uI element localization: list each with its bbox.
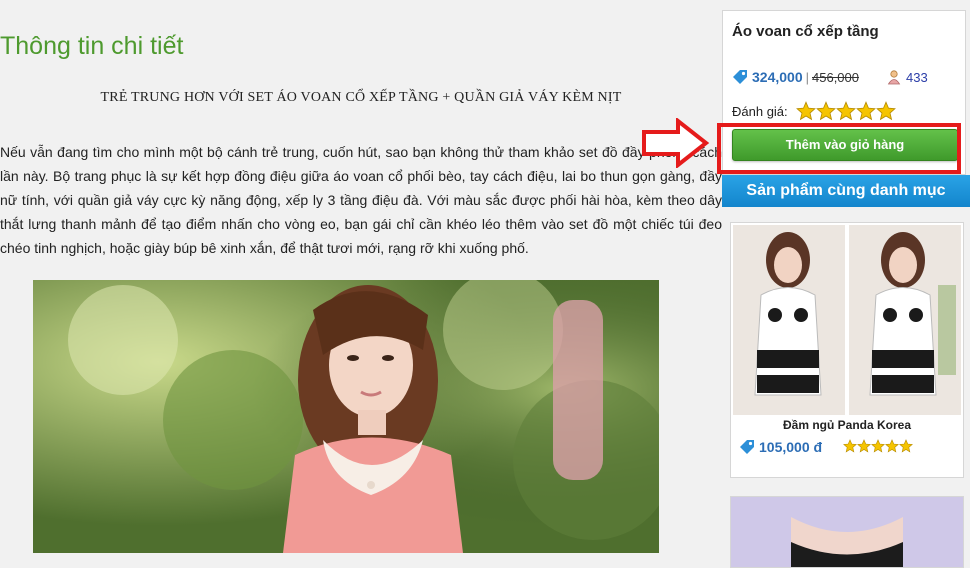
related-price-row: 105,000 đ [739, 439, 822, 455]
star-icon [871, 439, 885, 453]
price-tag-icon [740, 440, 754, 454]
rating-label: Đánh giá: [732, 103, 788, 119]
right-arrow-icon [642, 118, 710, 168]
price-tag-icon [733, 70, 747, 84]
star-icon [843, 439, 857, 453]
product-price: 324,000 [752, 69, 803, 85]
views-counter: 433 [886, 67, 928, 87]
rating-stars[interactable] [795, 101, 896, 121]
star-icon [835, 101, 856, 121]
star-icon [855, 101, 876, 121]
product-subtitle: TRẺ TRUNG HƠN VỚI SET ÁO VOAN CỔ XẾP TẦN… [100, 90, 622, 105]
related-product-image-2[interactable] [731, 497, 963, 567]
rating-row: Đánh giá: [732, 101, 896, 121]
product-photo [33, 280, 659, 553]
cart-highlight-box [717, 123, 961, 174]
star-icon [899, 439, 913, 453]
product-detail-main: Thông tin chi tiết TRẺ TRUNG HƠN VỚI SET… [0, 0, 722, 553]
related-product-card[interactable]: Đầm ngủ Panda Korea 105,000 đ [730, 222, 964, 478]
star-icon [857, 439, 871, 453]
price-separator: | [805, 69, 809, 85]
star-icon [885, 439, 899, 453]
star-icon [875, 101, 896, 121]
view-count: 433 [906, 69, 928, 85]
sidebar: Áo voan cổ xếp tầng 324,000 | 456,000 43… [717, 0, 970, 568]
star-icon [815, 101, 836, 121]
old-price: 456,000 [812, 69, 859, 85]
related-product-price: 105,000 đ [759, 439, 823, 455]
user-views-icon [887, 70, 901, 85]
product-name: Áo voan cổ xếp tầng [732, 23, 879, 40]
related-product-image[interactable] [733, 225, 961, 415]
star-icon [795, 101, 816, 121]
related-product-card-2[interactable] [730, 496, 964, 568]
section-title: Thông tin chi tiết [0, 32, 184, 60]
product-summary-box: Áo voan cổ xếp tầng 324,000 | 456,000 43… [717, 10, 966, 175]
related-products-header: Sản phẩm cùng danh mục [722, 175, 970, 207]
product-description: Nếu vẫn đang tìm cho mình một bộ cánh tr… [0, 144, 722, 256]
related-product-name[interactable]: Đầm ngủ Panda Korea [731, 418, 963, 432]
price-row: 324,000 | 456,000 [732, 67, 859, 87]
related-product-stars [843, 439, 913, 453]
